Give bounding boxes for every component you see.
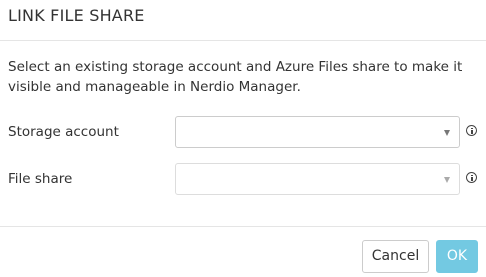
dialog-description: Select an existing storage account and A… <box>8 59 463 95</box>
storage-account-select[interactable] <box>175 116 460 148</box>
dialog-header: LINK FILE SHARE <box>0 0 486 41</box>
info-icon[interactable] <box>466 125 477 136</box>
file-share-select[interactable] <box>175 163 460 195</box>
dialog-body: Select an existing storage account and A… <box>0 41 486 226</box>
info-icon[interactable] <box>466 172 477 183</box>
link-file-share-dialog: LINK FILE SHARE Select an existing stora… <box>0 0 486 277</box>
file-share-label: File share <box>8 171 73 187</box>
storage-account-label: Storage account <box>8 124 119 140</box>
dialog-title: LINK FILE SHARE <box>8 6 145 25</box>
chevron-down-icon <box>444 130 450 136</box>
file-share-row: File share <box>0 163 486 197</box>
chevron-down-icon <box>444 177 450 183</box>
storage-account-row: Storage account <box>0 116 486 150</box>
cancel-button[interactable]: Cancel <box>362 240 429 273</box>
ok-button[interactable]: OK <box>436 240 478 273</box>
dialog-footer: Cancel OK <box>0 226 486 277</box>
